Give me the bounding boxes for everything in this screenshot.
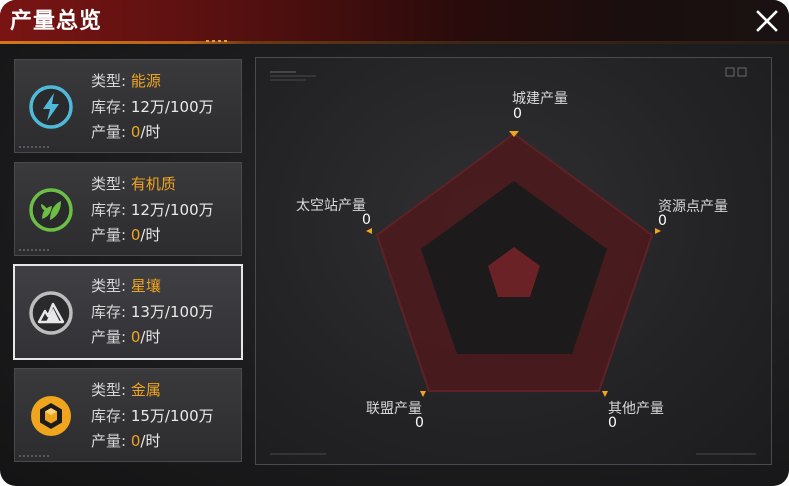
type-value: 星壤 [130,277,161,295]
axis-value-alliance: 0 [415,415,424,431]
output-row: 产量: 0/时 [91,325,160,349]
type-row: 类型: 有机质 [91,172,176,196]
type-label: 类型: [91,277,127,295]
resource-card-metal[interactable]: 类型: 金属 库存: 15万/100万 产量: 0/时 [14,368,242,462]
output-value: 0 [130,226,141,244]
type-row: 类型: 星壤 [91,274,161,298]
type-value: 有机质 [130,175,176,193]
close-button[interactable] [752,6,782,36]
hexagon-cube-icon [31,396,71,436]
production-overview-window: 产量总览 类型: 能源 库存: 12万/100万 产量: 0/时 类型: 有机质… [0,0,789,486]
type-value: 金属 [130,381,161,399]
stock-value: 12万/100万 [130,98,214,116]
output-value: 0 [130,432,141,450]
stock-value: 15万/100万 [130,407,214,425]
output-value: 0 [130,123,141,141]
mountain-icon [29,291,73,335]
title-bar: 产量总览 [0,0,789,44]
output-label: 产量: [91,226,127,244]
resource-card-energy[interactable]: 类型: 能源 库存: 12万/100万 产量: 0/时 [14,59,242,153]
output-unit: /时 [140,432,161,450]
title-underline [0,41,789,44]
stock-row: 库存: 12万/100万 [91,198,214,222]
star-soil-badge [28,290,74,336]
type-value: 能源 [130,72,161,90]
window-title: 产量总览 [10,9,103,34]
type-label: 类型: [91,175,127,193]
stock-label: 库存: [91,303,127,321]
output-unit: /时 [140,328,161,346]
stock-row: 库存: 13万/100万 [91,300,214,324]
energy-badge [28,84,74,130]
axis-label-construction: 城建产量 [512,91,568,107]
production-radar-panel: 城建产量 0 资源点产量 0 其他产量 0 联盟产量 0 太空站产量 0 [255,57,772,465]
resource-card-star-soil[interactable]: 类型: 星壤 库存: 13万/100万 产量: 0/时 [13,264,243,360]
marker-bottom-left [420,391,426,397]
output-row: 产量: 0/时 [91,120,160,144]
marker-left [366,228,372,234]
stock-value: 12万/100万 [130,201,214,219]
metal-badge [28,393,74,439]
close-icon [756,10,778,32]
output-label: 产量: [91,432,127,450]
leaf-icon [29,188,73,232]
type-label: 类型: [91,381,127,399]
axis-value-resource-points: 0 [658,213,667,229]
output-label: 产量: [91,328,127,346]
resource-card-organic[interactable]: 类型: 有机质 库存: 12万/100万 产量: 0/时 [14,162,242,256]
axis-value-space-station: 0 [362,212,371,228]
stock-label: 库存: [91,407,127,425]
output-row: 产量: 0/时 [91,223,160,247]
axis-label-resource-points: 资源点产量 [658,199,728,215]
lightning-icon [29,85,73,129]
type-row: 类型: 金属 [91,378,161,402]
output-label: 产量: [91,123,127,141]
axis-label-space-station: 太空站产量 [296,198,366,214]
organic-badge [28,187,74,233]
axis-value-construction: 0 [513,106,522,122]
type-row: 类型: 能源 [91,69,161,93]
stock-value: 13万/100万 [130,303,214,321]
marker-bottom-right [602,391,608,397]
card-corner-ticks [19,146,49,148]
stock-row: 库存: 12万/100万 [91,95,214,119]
type-label: 类型: [91,72,127,90]
output-row: 产量: 0/时 [91,429,160,453]
card-corner-ticks [19,455,49,457]
output-unit: /时 [140,123,161,141]
stock-label: 库存: [91,98,127,116]
axis-label-alliance: 联盟产量 [366,401,422,417]
axis-value-other: 0 [608,415,617,431]
title-accent-marks [206,40,230,42]
output-value: 0 [130,328,141,346]
output-unit: /时 [140,226,161,244]
stock-row: 库存: 15万/100万 [91,404,214,428]
stock-label: 库存: [91,201,127,219]
card-corner-ticks [19,249,49,251]
